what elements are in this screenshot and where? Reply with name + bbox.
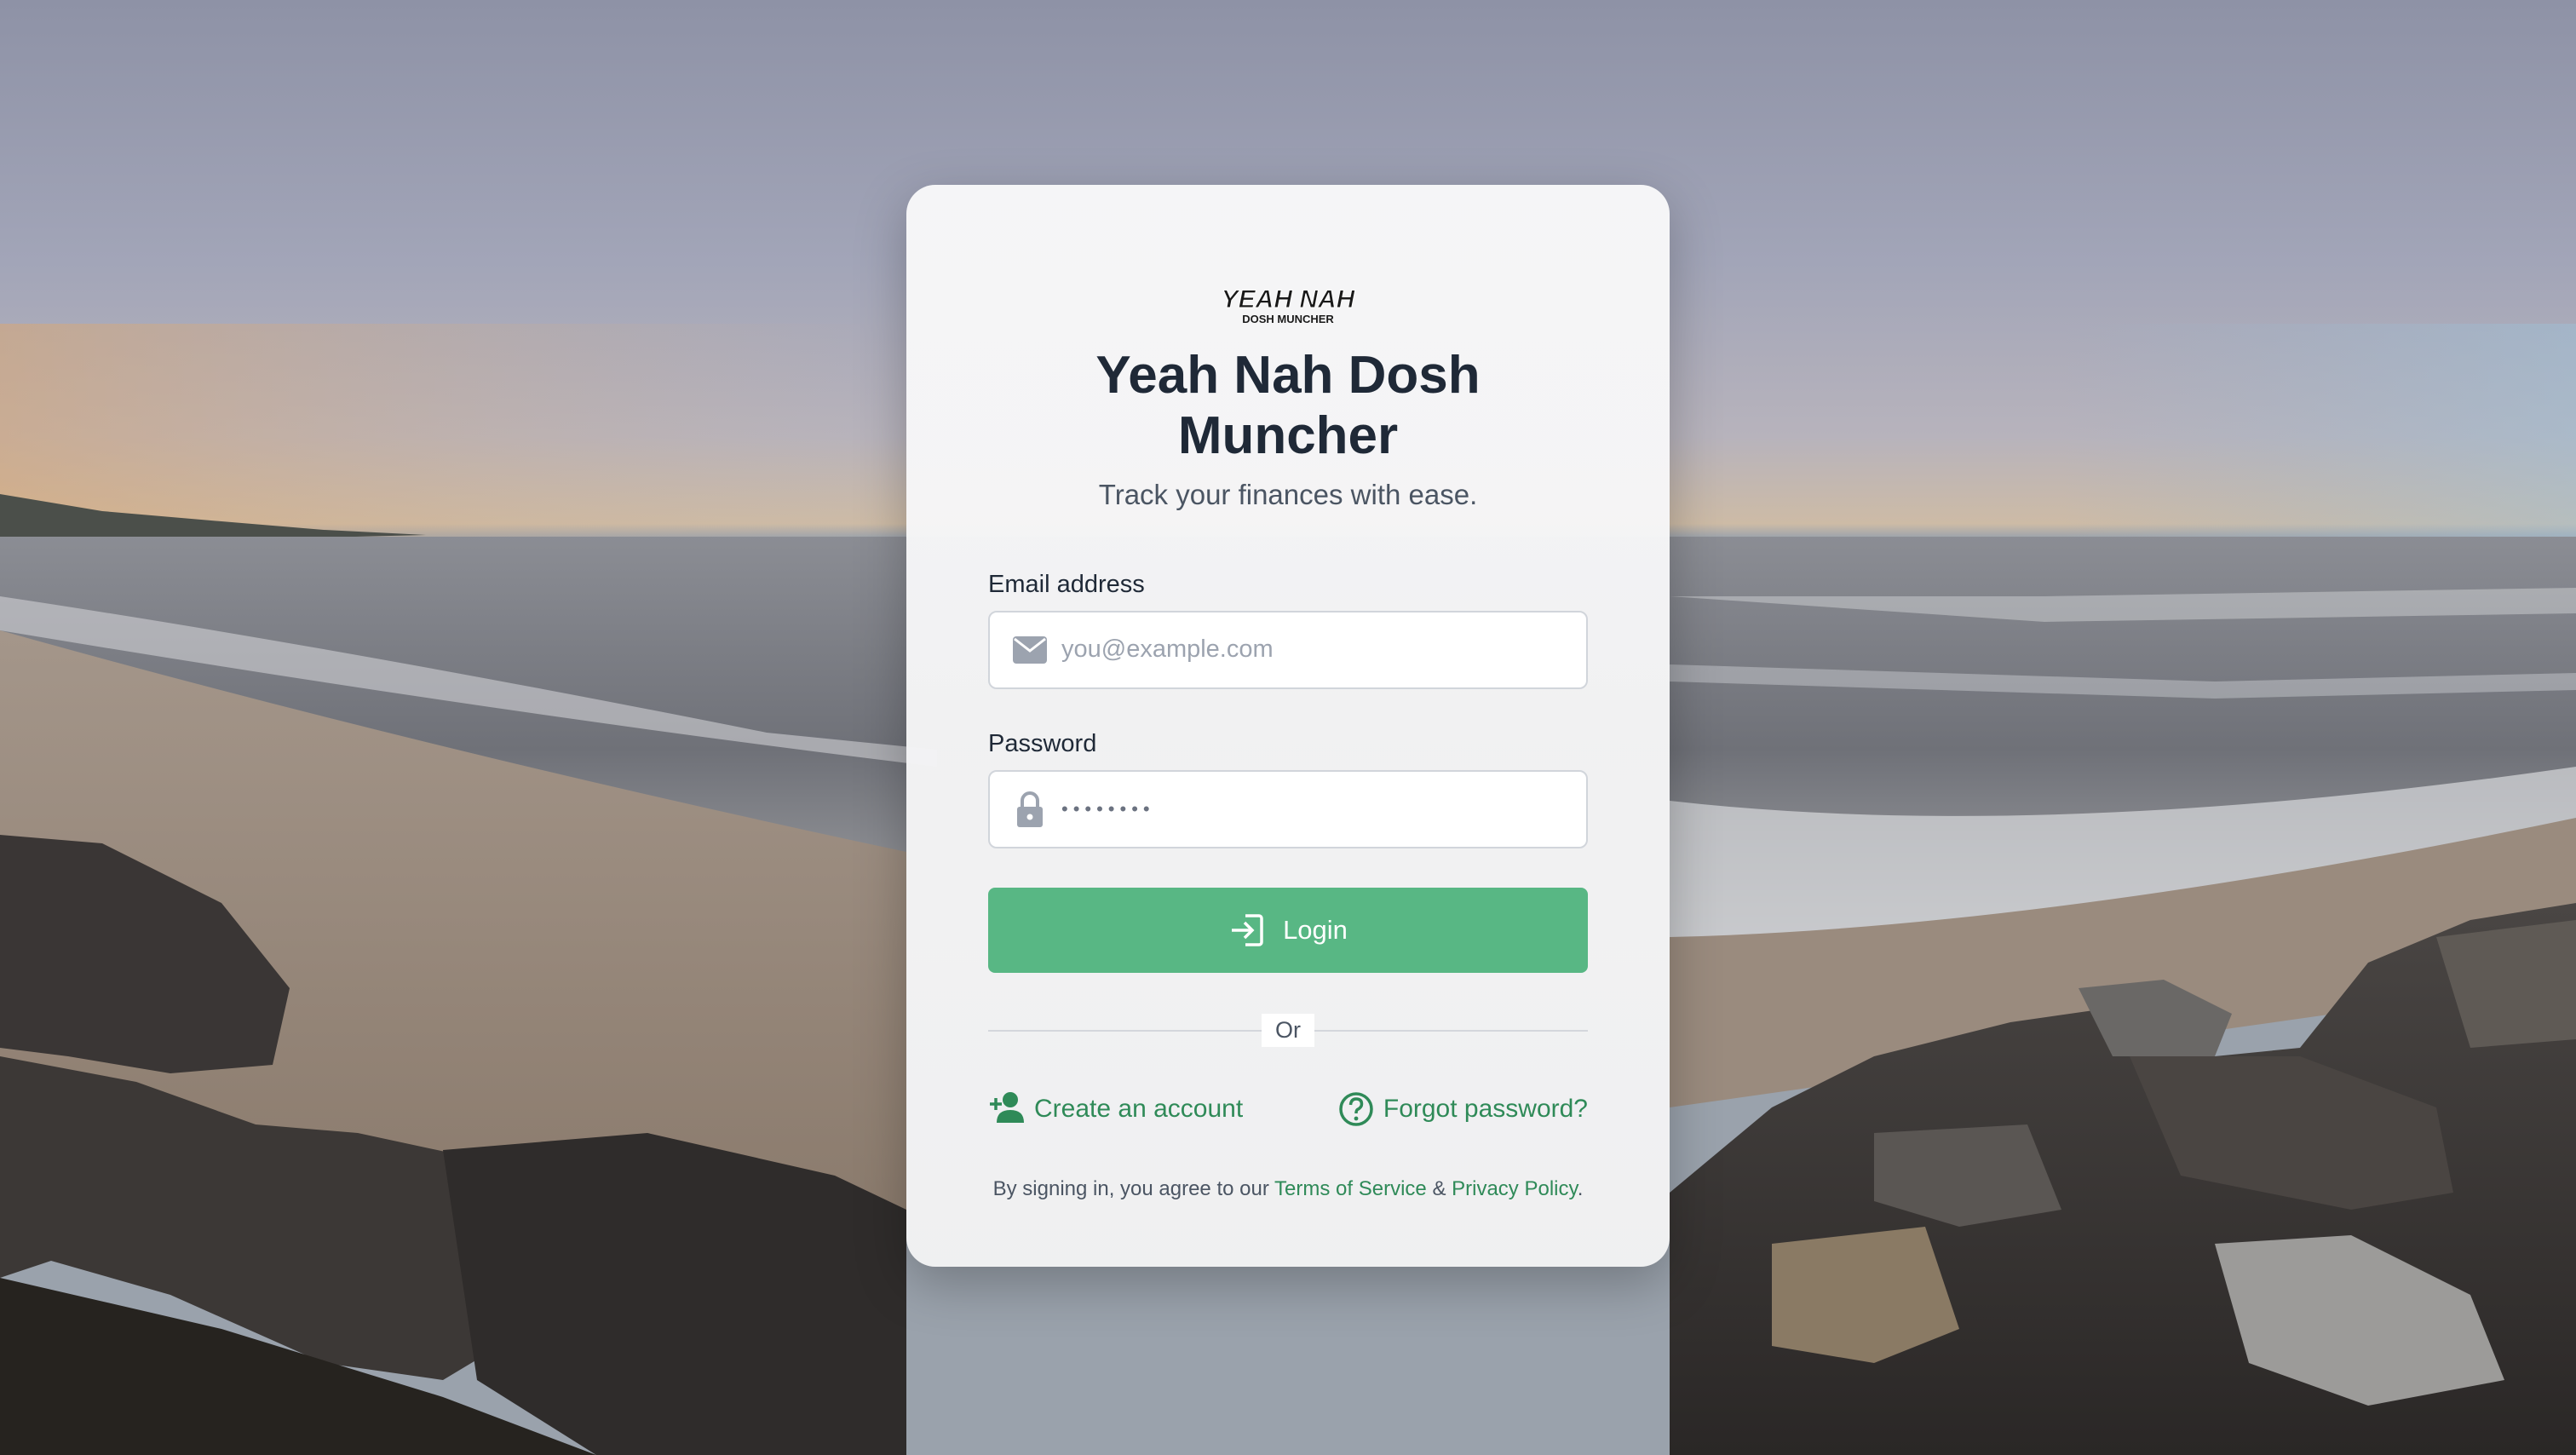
login-button[interactable]: Login [988,887,1588,973]
password-field-group: Password •••••••• [988,730,1588,848]
app-logo: YEAH NAH DOSH MUNCHER [988,279,1588,330]
password-field[interactable]: •••••••• [988,769,1588,848]
password-input[interactable]: •••••••• [1061,798,1155,820]
account-links: Create an account Forgot password? [988,1090,1588,1128]
forgot-password-link[interactable]: Forgot password? [1337,1090,1588,1128]
envelope-icon [1010,630,1049,670]
login-card: YEAH NAH DOSH MUNCHER Yeah Nah Dosh Munc… [906,185,1670,1267]
page-title: Yeah Nah Dosh Muncher [1095,346,1481,466]
terms-notice: By signing in, you agree to our Terms of… [988,1176,1588,1203]
lock-icon [1010,790,1049,829]
login-screen: YEAH NAH DOSH MUNCHER Yeah Nah Dosh Munc… [0,0,2576,1455]
email-field[interactable] [988,610,1588,689]
question-circle-icon [1337,1090,1375,1128]
terms-suffix: . [1577,1176,1584,1200]
email-field-group: Email address [988,571,1588,689]
terms-prefix: By signing in, you agree to our [992,1176,1269,1200]
svg-text:YEAH NAH: YEAH NAH [1222,285,1356,313]
email-input[interactable] [1060,635,1574,665]
password-label: Password [988,729,1097,757]
page-subtitle: Track your finances with ease. [1098,478,1478,510]
logo-icon: YEAH NAH DOSH MUNCHER [1221,285,1356,326]
svg-text:DOSH MUNCHER: DOSH MUNCHER [1242,313,1334,325]
add-user-icon [988,1090,1026,1128]
privacy-policy-link[interactable]: Privacy Policy [1452,1177,1578,1200]
create-account-link[interactable]: Create an account [988,1090,1243,1128]
divider-label: Or [1262,1013,1314,1047]
forgot-password-label: Forgot password? [1383,1094,1588,1123]
terms-joiner: & [1432,1176,1446,1200]
login-icon [1228,912,1266,949]
or-divider: Or [988,1013,1588,1048]
email-label: Email address [988,570,1145,598]
terms-of-service-link[interactable]: Terms of Service [1274,1177,1427,1200]
create-account-label: Create an account [1034,1094,1244,1123]
login-button-label: Login [1283,914,1348,945]
